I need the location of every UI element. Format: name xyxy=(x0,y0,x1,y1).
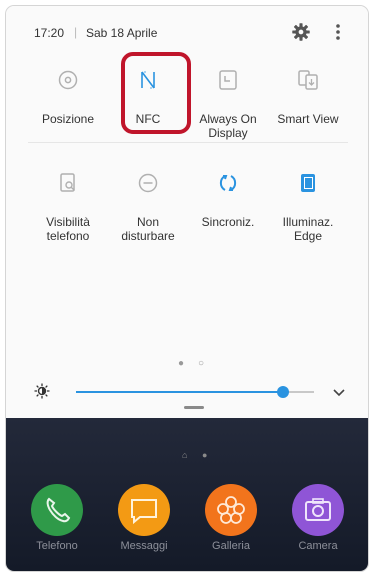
page-indicator-dot: ● xyxy=(178,358,185,369)
tile-label: Always On Display xyxy=(199,112,257,140)
home-page-indicator: ⌂ xyxy=(182,450,188,460)
edge-lighting-icon xyxy=(301,174,315,192)
phone-screen: 17:20 | Sab 18 Aprile Posizione NFC Alwa… xyxy=(6,6,368,571)
messages-icon xyxy=(118,484,170,536)
more-vert-icon[interactable] xyxy=(331,21,345,43)
quick-settings-panel: 17:20 | Sab 18 Aprile Posizione NFC Alwa… xyxy=(6,6,368,418)
brightness-thumb[interactable] xyxy=(277,386,290,398)
tile-label: Illuminaz. Edge xyxy=(282,215,334,243)
gallery-icon xyxy=(205,484,257,536)
app-label: Telefono xyxy=(36,540,78,552)
clock: 17:20 xyxy=(34,26,65,40)
smart-view-icon xyxy=(298,70,318,90)
app-label: Camera xyxy=(298,540,338,552)
tile-label: Smart View xyxy=(277,112,339,126)
status-separator: | xyxy=(74,25,78,39)
status-bar: 17:20 | Sab 18 Aprile xyxy=(6,6,368,50)
tile-label: Non disturbare xyxy=(121,215,175,243)
phone-visibility-icon xyxy=(60,173,75,192)
app-label: Messaggi xyxy=(120,540,168,552)
phone-icon xyxy=(31,484,83,536)
nfc-highlight-box xyxy=(121,52,191,134)
home-screen: ⌂ ● Telefono Messaggi Galleria Camera xyxy=(6,418,368,571)
sync-icon xyxy=(219,175,237,191)
brightness-icon xyxy=(34,383,50,399)
chevron-down-icon[interactable] xyxy=(332,385,346,399)
always-on-display-icon xyxy=(219,70,237,90)
app-label: Galleria xyxy=(212,540,250,552)
brightness-fill xyxy=(76,391,284,393)
location-icon xyxy=(58,70,78,90)
brightness-row xyxy=(6,378,368,406)
home-page-indicator: ● xyxy=(202,450,208,460)
tile-label: Sincroniz. xyxy=(201,215,255,229)
divider xyxy=(28,142,348,143)
camera-icon xyxy=(292,484,344,536)
panel-drag-handle[interactable] xyxy=(184,406,204,409)
page-indicator-dot: ○ xyxy=(198,358,205,369)
date: Sab 18 Aprile xyxy=(86,26,158,40)
do-not-disturb-icon xyxy=(138,173,158,193)
gear-icon[interactable] xyxy=(290,21,312,43)
tile-label: Visibilità telefono xyxy=(46,215,90,243)
tile-label: Posizione xyxy=(41,112,95,126)
